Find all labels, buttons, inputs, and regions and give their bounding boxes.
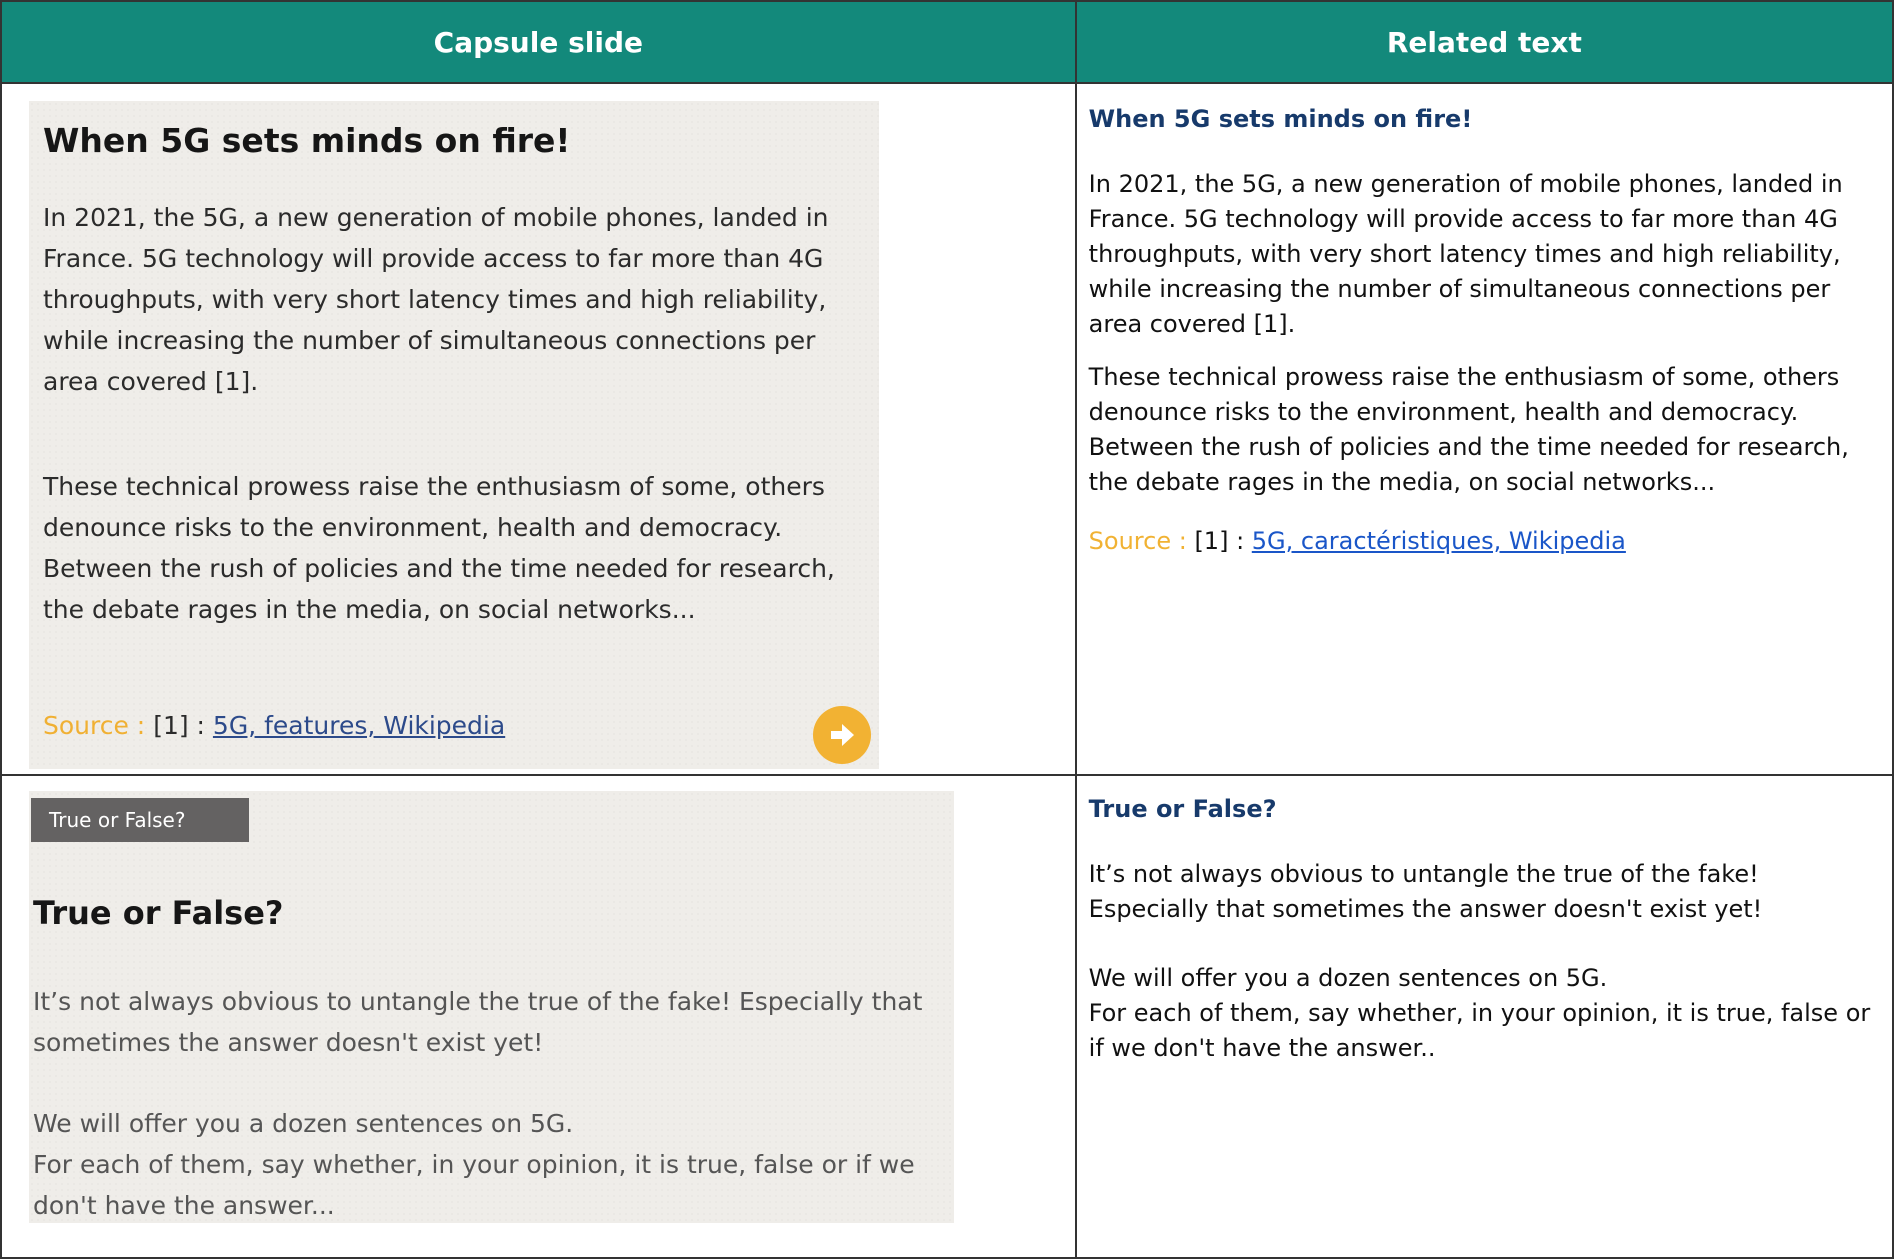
slide-source: Source : [1] : 5G, features, Wikipedia <box>43 711 505 740</box>
slide-line: don't have the answer... <box>33 1191 335 1220</box>
capsule-table: Capsule slide Related text When 5G sets … <box>0 0 1895 1259</box>
slide-paragraph: In 2021, the 5G, a new generation of mob… <box>43 203 829 396</box>
next-arrow-button[interactable] <box>813 706 871 764</box>
header-capsule-slide: Capsule slide <box>0 0 1077 84</box>
slide-title: When 5G sets minds on fire! <box>43 121 571 160</box>
slide-paragraph: We will offer you a dozen sentences on 5… <box>33 1103 933 1226</box>
related-text-cell: True or False? It’s not always obvious t… <box>1074 774 1895 1259</box>
related-paragraph: It’s not always obvious to untangle the … <box>1089 857 1878 927</box>
source-ref: [1] : <box>153 711 213 740</box>
related-title: True or False? <box>1088 795 1277 823</box>
slide-image-true-false: True or False? True or False? It’s not a… <box>29 791 954 1223</box>
related-line: We will offer you a dozen sentences on 5… <box>1088 964 1608 992</box>
slide-paragraph: These technical prowess raise the enthus… <box>43 472 835 624</box>
source-ref: [1] : <box>1194 527 1252 555</box>
related-source: Source : [1] : 5G, caractéristiques, Wik… <box>1089 524 1878 559</box>
slide-line: It’s not always obvious to untangle the … <box>33 987 923 1016</box>
slide-title: True or False? <box>33 894 284 932</box>
slide-line: We will offer you a dozen sentences on 5… <box>33 1109 574 1138</box>
capsule-slide-cell: When 5G sets minds on fire! In 2021, the… <box>0 82 1077 776</box>
source-label: Source : <box>43 711 154 740</box>
section-badge: True or False? <box>31 798 249 842</box>
source-link[interactable]: 5G, features, Wikipedia <box>213 711 505 740</box>
arrow-right-icon <box>831 724 854 746</box>
related-text-cell: When 5G sets minds on fire! In 2021, the… <box>1074 82 1895 776</box>
slide-line: For each of them, say whether, in your o… <box>33 1150 915 1179</box>
related-paragraph: These technical prowess raise the enthus… <box>1088 363 1849 496</box>
header-related-text: Related text <box>1074 0 1895 84</box>
related-paragraph: We will offer you a dozen sentences on 5… <box>1089 961 1878 1066</box>
source-link[interactable]: 5G, caractéristiques, Wikipedia <box>1252 527 1626 555</box>
related-line: Especially that sometimes the answer doe… <box>1088 895 1763 923</box>
related-paragraph: In 2021, the 5G, a new generation of mob… <box>1088 170 1843 338</box>
slide-image-5g: When 5G sets minds on fire! In 2021, the… <box>29 101 879 769</box>
source-label: Source : <box>1088 527 1195 555</box>
slide-line: sometimes the answer doesn't exist yet! <box>33 1028 544 1057</box>
slide-paragraph: It’s not always obvious to untangle the … <box>33 981 933 1063</box>
related-line: It’s not always obvious to untangle the … <box>1088 860 1759 888</box>
related-line: For each of them, say whether, in your o… <box>1088 999 1871 1062</box>
related-title: When 5G sets minds on fire! <box>1088 105 1473 133</box>
capsule-slide-cell: True or False? True or False? It’s not a… <box>0 774 1077 1259</box>
